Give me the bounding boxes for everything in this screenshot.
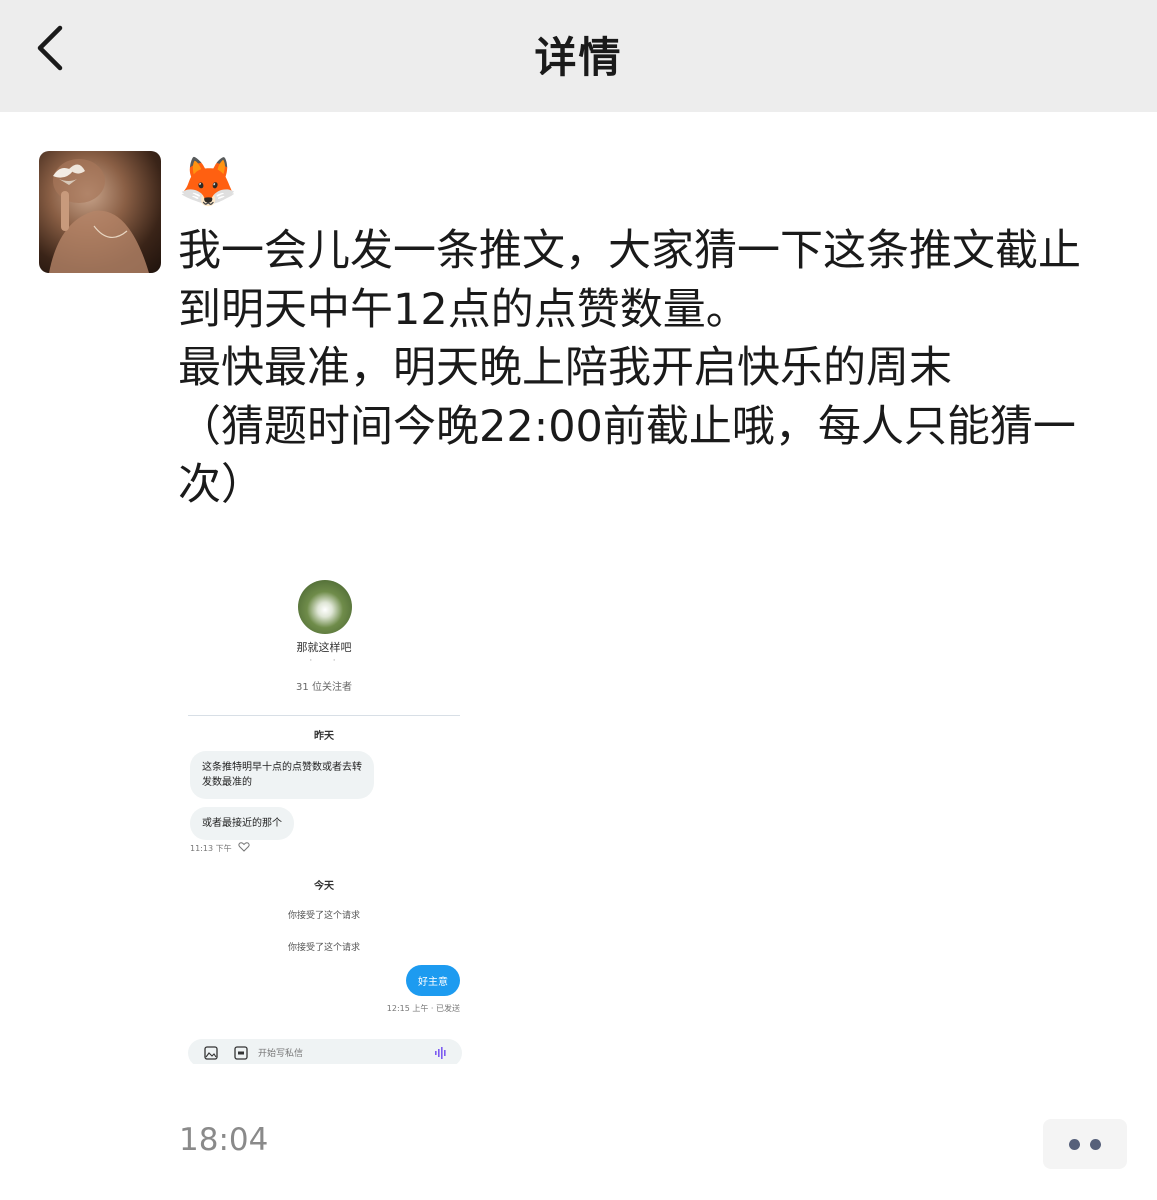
top-nav-bar: 详情 <box>0 0 1157 112</box>
nickname-emoji[interactable]: 🦊 <box>178 152 238 212</box>
more-button[interactable] <box>1043 1119 1127 1169</box>
attached-screenshot[interactable]: 那就这样吧 · · 31 位关注者 昨天 这条推特明早十点的点赞数或者去转 发数… <box>176 540 472 1064</box>
post-line: 我一会儿发一条推文，大家猜一下这条推文截止 <box>178 226 1081 276</box>
divider <box>188 715 460 716</box>
dm-profile-handle: · · <box>309 656 339 666</box>
date-separator: 今天 <box>314 881 334 892</box>
message-line: 这条推特明早十点的点赞数或者去转 <box>202 762 362 773</box>
message-time: 11:13 下午 <box>190 842 250 854</box>
dm-composer: 开始写私信 <box>188 1039 462 1064</box>
post-line: （猜题时间今晚22:00前截止哦，每人只能猜一 <box>178 401 1076 452</box>
message-time: 12:15 上午 · 已发送 <box>386 1004 460 1013</box>
post-line: 最快最准，明天晚上陪我开启快乐的周末 <box>178 343 952 393</box>
sent-message-bubble: 好主意 <box>406 965 460 996</box>
system-notice: 你接受了这个请求 <box>287 943 360 953</box>
message-line: 或者最接近的那个 <box>202 818 282 829</box>
post-text: 我一会儿发一条推文，大家猜一下这条推文截止 到明天中午12点的点赞数量。 最快最… <box>178 222 1138 515</box>
dm-profile-name: 那就这样吧 <box>296 641 352 654</box>
composer-placeholder: 开始写私信 <box>258 1049 304 1059</box>
received-message-bubble: 这条推特明早十点的点赞数或者去转 发数最准的 <box>190 751 374 799</box>
post-timestamp: 18:04 <box>179 1122 269 1158</box>
post-line: 次） <box>178 460 264 510</box>
date-separator: 昨天 <box>314 731 334 742</box>
avatar[interactable] <box>39 151 161 273</box>
message-line: 发数最准的 <box>202 777 252 788</box>
post-line: 到明天中午12点的点赞数量。 <box>178 284 749 335</box>
dm-profile-avatar <box>298 580 352 634</box>
received-message-bubble: 或者最接近的那个 <box>190 807 294 840</box>
image-icon <box>204 1046 218 1060</box>
gif-icon <box>234 1046 248 1060</box>
dm-followers-count: 31 位关注者 <box>296 682 352 693</box>
page-title: 详情 <box>534 33 623 82</box>
voice-icon <box>435 1047 446 1059</box>
heart-plus-icon <box>238 842 250 852</box>
system-notice: 你接受了这个请求 <box>287 911 360 921</box>
avatar-image <box>49 159 149 273</box>
message-time-text: 11:13 下午 <box>190 844 232 853</box>
